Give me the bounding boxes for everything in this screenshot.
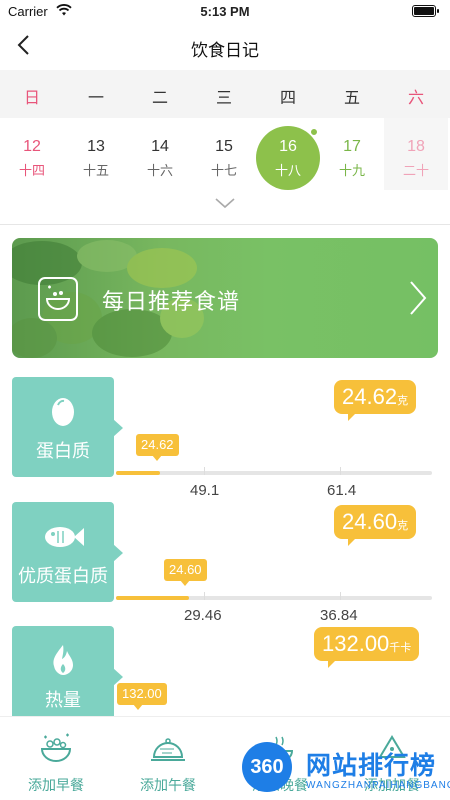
nutrient-value-bubble: 24.62克 xyxy=(334,380,417,421)
weekday-sun: 日 xyxy=(23,90,40,107)
lunar-date: 十六 xyxy=(146,163,173,178)
clock: 5:13 PM xyxy=(200,4,250,19)
nutrient-value-bubble: 132.00千卡 xyxy=(314,627,420,668)
range-high-label: 36.84 xyxy=(320,607,358,624)
lunar-date: 十七 xyxy=(210,163,237,178)
divider xyxy=(0,224,450,225)
banner-label: 每日推荐食谱 xyxy=(102,289,241,314)
lunar-date: 十五 xyxy=(82,163,109,178)
weekday-wed: 三 xyxy=(215,90,232,107)
nutrient-value: 24.60 xyxy=(342,509,398,534)
lunar-date: 十四 xyxy=(18,163,45,178)
date-cell[interactable]: 12 十四 xyxy=(0,118,64,190)
range-tick xyxy=(340,592,341,600)
range-high-label: 61.4 xyxy=(327,482,357,499)
watermark-subtitle: WANGZHANPAIHANGBANG xyxy=(306,780,450,791)
flame-icon xyxy=(53,645,73,675)
battery-icon xyxy=(412,5,439,17)
tab-label: 添加早餐 xyxy=(28,777,84,793)
date-cell[interactable]: 13 十五 xyxy=(64,118,128,190)
nutrient-name: 优质蛋白质 xyxy=(18,566,108,586)
page-title: 饮食日记 xyxy=(191,41,259,60)
nutrient-value-bubble: 24.60克 xyxy=(334,505,417,546)
date-cell-selected[interactable]: 16 十八 xyxy=(256,118,320,190)
expand-calendar-chevron-icon[interactable] xyxy=(214,196,236,210)
date-number: 17 xyxy=(343,138,361,155)
intake-progress-track xyxy=(116,467,432,475)
intake-progress-track xyxy=(116,592,432,600)
nutrient-unit: 千卡 xyxy=(389,642,412,654)
date-number: 13 xyxy=(87,138,105,155)
range-tick xyxy=(204,592,205,600)
range-tick xyxy=(204,467,205,475)
weekday-tue: 二 xyxy=(151,90,168,107)
nutrient-row-energy: 热量 132.00千卡 132.00 xyxy=(0,626,450,716)
range-low-label: 29.46 xyxy=(184,607,222,624)
watermark-logo: 360 网站排行榜 WANGZHANPAIHANGBANG xyxy=(236,734,450,798)
intake-marker: 24.60 xyxy=(164,559,207,586)
lunch-cloche-icon xyxy=(151,738,185,761)
date-number: 16 xyxy=(279,138,297,155)
date-number: 14 xyxy=(151,138,169,155)
date-number: 18 xyxy=(407,138,425,155)
date-number: 12 xyxy=(23,138,41,155)
lunar-date: 十八 xyxy=(274,163,301,178)
add-lunch-button[interactable]: 添加午餐 xyxy=(112,717,224,800)
nutrient-name: 热量 xyxy=(45,690,81,710)
intake-progress-fill xyxy=(116,596,189,600)
date-number: 15 xyxy=(215,138,233,155)
date-cell[interactable]: 14 十六 xyxy=(128,118,192,190)
date-cell[interactable]: 15 十七 xyxy=(192,118,256,190)
breakfast-bowl-icon xyxy=(40,733,72,762)
range-low-label: 49.1 xyxy=(190,482,220,499)
weekday-mon: 一 xyxy=(87,90,104,107)
chevron-right-icon xyxy=(410,281,427,315)
fish-icon xyxy=(45,527,84,547)
watermark-badge: 360 xyxy=(242,742,292,792)
recipe-bowl-icon xyxy=(38,277,78,321)
weekday-thu: 四 xyxy=(279,90,296,107)
nutrient-card[interactable]: 热量 xyxy=(12,626,123,716)
nutrient-unit: 克 xyxy=(397,395,409,407)
nutrient-value: 24.62 xyxy=(342,384,398,409)
watermark-title: 网站排行榜 xyxy=(306,752,437,780)
selected-date-circle xyxy=(256,126,320,190)
weekday-sat: 六 xyxy=(407,90,424,107)
daily-recipe-banner[interactable]: 每日推荐食谱 xyxy=(12,238,438,358)
nutrient-row-quality-protein: 优质蛋白质 24.60克 24.60 29.46 36.84 xyxy=(0,502,450,624)
weekday-header: 日 一 二 三 四 五 六 xyxy=(0,70,450,118)
nutrient-value: 132.00 xyxy=(322,631,390,656)
lunar-date: 十九 xyxy=(338,163,365,178)
egg-icon xyxy=(52,398,74,426)
record-dot xyxy=(310,128,318,136)
date-strip: 12 十四 13 十五 14 十六 15 十七 16 十八 17 十九 18 二… xyxy=(0,118,450,190)
tab-label: 添加午餐 xyxy=(140,777,196,793)
intake-marker: 24.62 xyxy=(136,434,179,461)
status-bar: Carrier 5:13 PM xyxy=(0,0,450,22)
intake-progress-fill xyxy=(116,471,161,475)
date-cell[interactable]: 17 十九 xyxy=(320,118,384,190)
add-breakfast-button[interactable]: 添加早餐 xyxy=(0,717,112,800)
nutrient-row-protein: 蛋白质 24.62克 24.62 49.1 61.4 xyxy=(0,377,450,499)
navigation-bar: 饮食日记 xyxy=(0,22,450,70)
date-cell[interactable]: 18 二十 xyxy=(384,118,448,190)
range-tick xyxy=(340,467,341,475)
lunar-date: 二十 xyxy=(402,163,429,178)
nutrient-card[interactable]: 优质蛋白质 xyxy=(12,502,123,602)
nutrient-name: 蛋白质 xyxy=(36,441,90,461)
nutrient-card[interactable]: 蛋白质 xyxy=(12,377,123,477)
weekday-fri: 五 xyxy=(343,90,360,107)
intake-marker: 132.00 xyxy=(117,683,167,710)
nutrient-unit: 克 xyxy=(397,520,409,532)
